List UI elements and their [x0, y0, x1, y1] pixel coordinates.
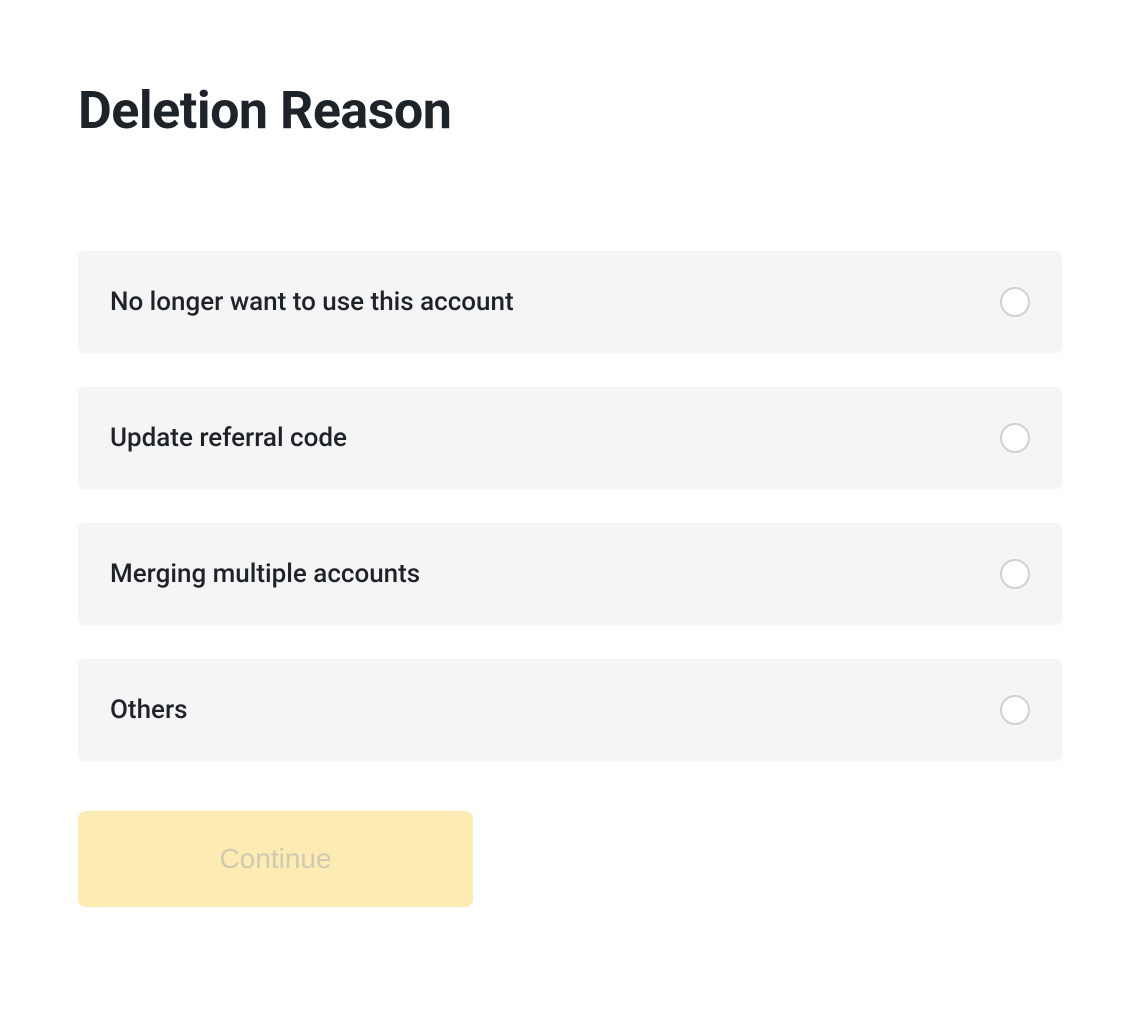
options-list: No longer want to use this account Updat…: [78, 251, 1062, 761]
continue-button[interactable]: Continue: [78, 811, 473, 907]
option-label: No longer want to use this account: [110, 287, 514, 317]
option-no-longer-use[interactable]: No longer want to use this account: [78, 251, 1062, 353]
option-label: Update referral code: [110, 423, 347, 453]
option-label: Others: [110, 695, 188, 725]
radio-icon[interactable]: [1000, 287, 1030, 317]
option-others[interactable]: Others: [78, 659, 1062, 761]
radio-icon[interactable]: [1000, 423, 1030, 453]
option-update-referral[interactable]: Update referral code: [78, 387, 1062, 489]
option-merging-accounts[interactable]: Merging multiple accounts: [78, 523, 1062, 625]
radio-icon[interactable]: [1000, 695, 1030, 725]
page-title: Deletion Reason: [78, 80, 1062, 141]
option-label: Merging multiple accounts: [110, 559, 420, 589]
radio-icon[interactable]: [1000, 559, 1030, 589]
